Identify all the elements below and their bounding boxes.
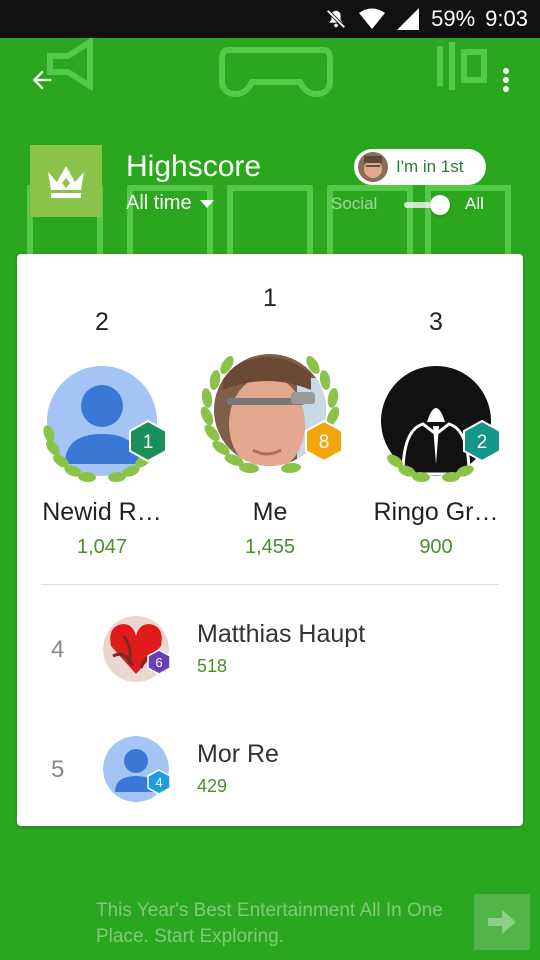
podium-rank: 2 xyxy=(95,308,109,336)
player-name: Newid R… xyxy=(42,498,162,526)
status-bar: 59% 9:03 xyxy=(0,0,540,38)
podium-rank: 1 xyxy=(263,284,277,312)
dropdown-arrow-icon xyxy=(199,199,214,208)
level-badge: 6 xyxy=(147,649,171,680)
signal-icon xyxy=(395,6,421,32)
list-rank: 4 xyxy=(51,636,65,663)
level-badge: 2 xyxy=(463,420,501,462)
list-item[interactable]: 5 4 Mor Re 429 xyxy=(17,726,523,826)
player-name: Matthias Haupt xyxy=(197,620,366,648)
level-badge: 4 xyxy=(147,769,171,800)
leaderboard-title: Highscore xyxy=(126,150,262,183)
svg-text:1: 1 xyxy=(143,432,154,453)
player-score: 518 xyxy=(197,656,228,676)
player-score: 1,047 xyxy=(76,536,128,558)
social-label: Social xyxy=(331,194,378,213)
clock: 9:03 xyxy=(485,6,528,31)
ad-banner-text[interactable]: This Year's Best Entertainment All In On… xyxy=(96,898,466,950)
podium-first[interactable]: 1 8 Me 1,455 xyxy=(200,280,343,564)
leaderboard-card: 2 1 Newid R… 1,047 1 8 Me 1,455 3 2 Ring… xyxy=(17,254,523,826)
all-label: All xyxy=(465,194,484,213)
podium-second[interactable]: 2 1 Newid R… 1,047 xyxy=(35,304,169,564)
divider xyxy=(41,584,499,585)
overflow-menu-button[interactable] xyxy=(490,60,522,100)
player-name: Me xyxy=(252,498,288,526)
time-filter-dropdown[interactable]: All time xyxy=(126,192,214,215)
social-all-toggle[interactable] xyxy=(404,195,454,215)
level-badge: 8 xyxy=(305,420,343,462)
player-score: 429 xyxy=(197,776,228,796)
crown-icon xyxy=(48,166,84,198)
podium-rank: 3 xyxy=(429,308,443,336)
wifi-icon xyxy=(359,6,386,32)
svg-text:8: 8 xyxy=(319,432,330,453)
my-rank-label: I'm in 1st xyxy=(396,157,464,176)
my-avatar-small xyxy=(358,152,388,182)
more-vert-icon xyxy=(503,68,509,92)
arrow-left-icon xyxy=(32,70,52,90)
list-item[interactable]: 4 6 Matthias Haupt 518 xyxy=(17,606,523,706)
arrow-right-icon xyxy=(488,910,516,934)
level-badge: 1 xyxy=(129,420,167,462)
time-filter-label: All time xyxy=(126,192,192,214)
player-avatar xyxy=(187,338,353,488)
svg-text:6: 6 xyxy=(155,655,162,670)
svg-text:2: 2 xyxy=(477,432,488,453)
list-rank: 5 xyxy=(51,756,65,783)
podium-third[interactable]: 3 2 Ringo Gr… 900 xyxy=(369,304,503,564)
player-name: Mor Re xyxy=(197,740,279,768)
my-rank-button[interactable]: I'm in 1st xyxy=(354,149,486,185)
player-name: Ringo Gr… xyxy=(373,498,499,526)
player-score: 900 xyxy=(419,536,453,558)
svg-text:4: 4 xyxy=(155,775,162,790)
leaderboard-icon-tile xyxy=(30,145,102,217)
toggle-thumb xyxy=(430,195,450,215)
ad-go-button[interactable] xyxy=(474,894,530,950)
battery-percent: 59% xyxy=(431,6,476,31)
mute-icon xyxy=(323,6,349,32)
back-button[interactable] xyxy=(22,60,62,100)
player-score: 1,455 xyxy=(244,536,296,558)
